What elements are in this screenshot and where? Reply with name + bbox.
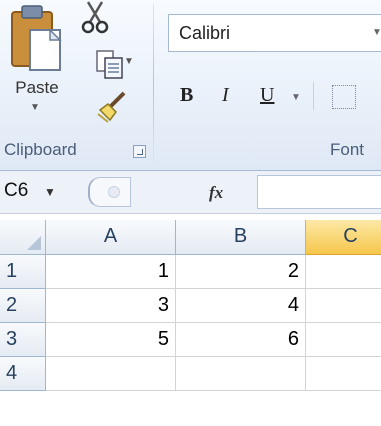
select-all-icon <box>27 236 41 250</box>
row-header-4[interactable]: 4 <box>0 357 46 391</box>
cell-c4[interactable] <box>306 357 381 391</box>
font-name-dropdown[interactable]: Calibri ▼ <box>168 14 381 52</box>
bold-button[interactable]: B <box>180 84 193 107</box>
cell-b2[interactable]: 4 <box>176 289 306 323</box>
formula-input[interactable] <box>257 175 381 209</box>
select-all-corner[interactable] <box>0 220 46 255</box>
underline-dropdown-icon[interactable]: ▼ <box>291 92 301 103</box>
cell-a1[interactable]: 1 <box>46 255 176 289</box>
name-box-dropdown-icon[interactable]: ▼ <box>44 185 56 199</box>
splitter-circle-icon <box>108 186 120 198</box>
cell-a3[interactable]: 5 <box>46 323 176 357</box>
underline-button[interactable]: U <box>260 84 274 107</box>
insert-function-button[interactable]: fx <box>209 183 223 203</box>
cell-b1[interactable]: 2 <box>176 255 306 289</box>
paste-icon <box>10 2 64 79</box>
italic-button[interactable]: I <box>222 84 229 107</box>
cell-b4[interactable] <box>176 357 306 391</box>
name-box[interactable]: C6 ▼ <box>0 175 66 209</box>
font-group-label: Font <box>330 140 365 159</box>
font-name-value: Calibri <box>179 23 231 43</box>
format-separator <box>313 82 314 110</box>
borders-icon[interactable] <box>332 85 356 109</box>
row-header-3[interactable]: 3 <box>0 323 46 357</box>
paste-label: Paste <box>15 78 59 97</box>
formula-bar: C6 ▼ fx <box>0 171 381 214</box>
copy-icon[interactable] <box>96 50 124 85</box>
paste-dropdown-icon[interactable]: ▼ <box>30 102 40 113</box>
cut-icon[interactable] <box>80 0 110 41</box>
dialog-launcher-icon[interactable] <box>133 145 146 158</box>
clipboard-group-label: Clipboard <box>4 140 77 159</box>
column-header-c[interactable]: C <box>306 220 381 255</box>
cell-a2[interactable]: 3 <box>46 289 176 323</box>
formula-bar-splitter[interactable] <box>88 177 131 207</box>
group-separator <box>153 4 154 164</box>
format-painter-icon[interactable] <box>94 90 130 129</box>
column-header-a[interactable]: A <box>46 220 176 255</box>
cell-c2[interactable] <box>306 289 381 323</box>
row-header-2[interactable]: 2 <box>0 289 46 323</box>
cell-a4[interactable] <box>46 357 176 391</box>
paste-button[interactable]: Paste ▼ <box>4 2 70 124</box>
chevron-down-icon[interactable]: ▼ <box>372 27 381 38</box>
name-box-value: C6 <box>4 180 29 201</box>
ribbon: Paste ▼ ▼ Clipboard Calibri ▼ B I U ▼ Fo… <box>0 0 381 171</box>
cell-b3[interactable]: 6 <box>176 323 306 357</box>
cell-c3[interactable] <box>306 323 381 357</box>
row-header-1[interactable]: 1 <box>0 255 46 289</box>
column-header-b[interactable]: B <box>176 220 306 255</box>
copy-dropdown-icon[interactable]: ▼ <box>124 56 134 67</box>
cell-c1[interactable] <box>306 255 381 289</box>
